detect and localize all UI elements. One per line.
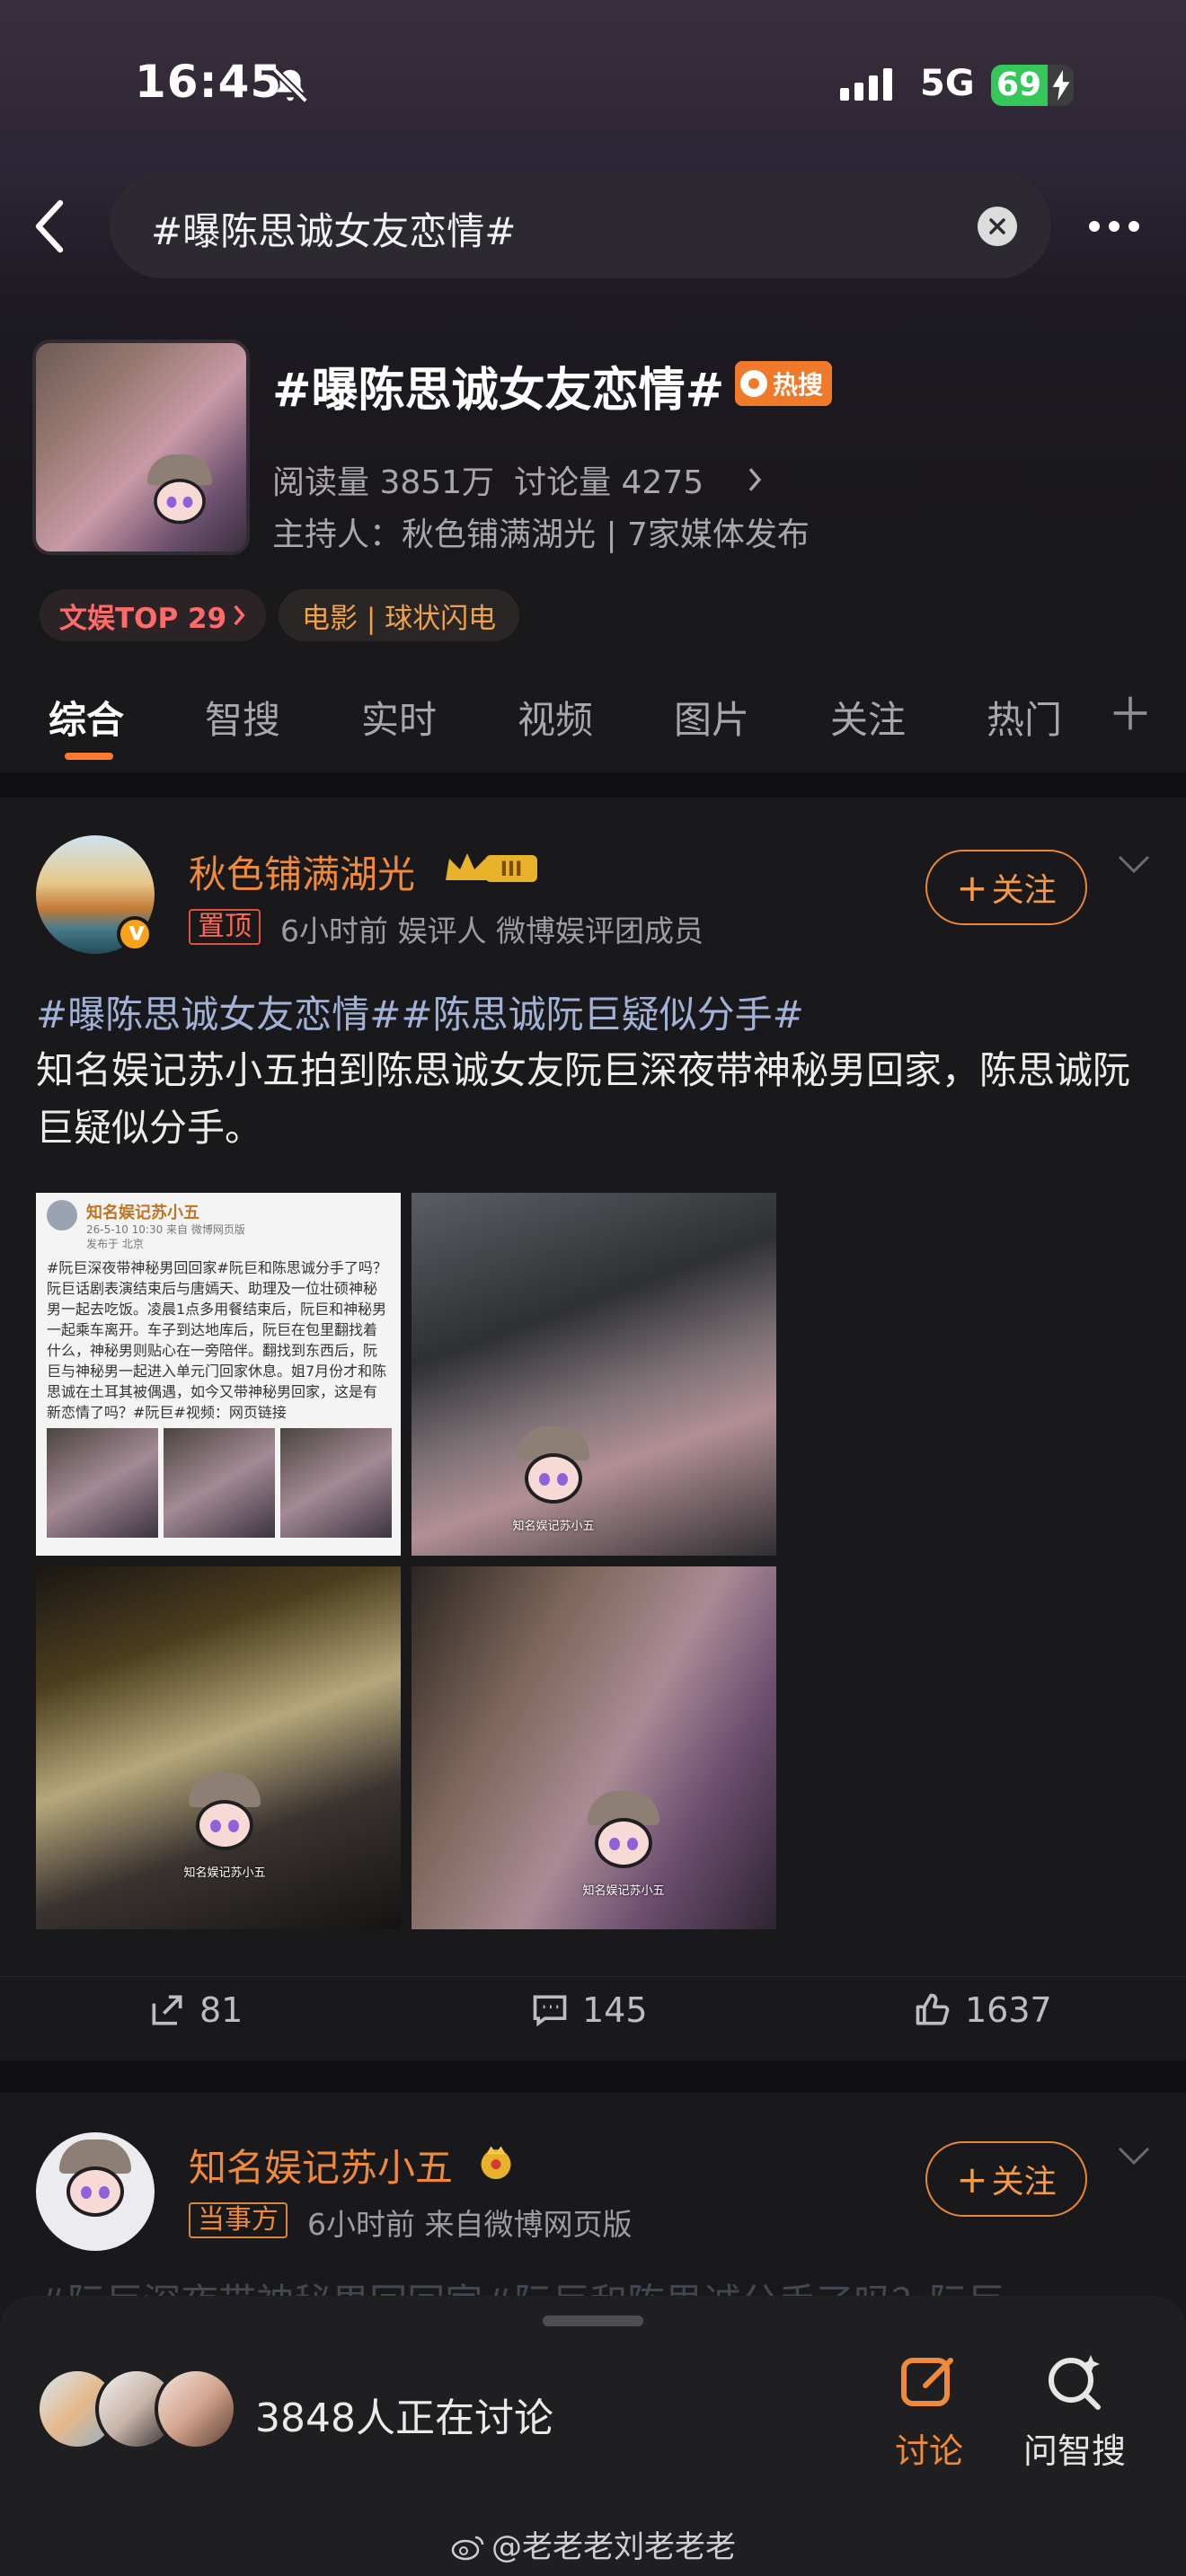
discussing-count: 3848人正在讨论 bbox=[255, 2395, 553, 2441]
topic-host: 主持人：秋色铺满湖光 | 7家媒体发布 bbox=[272, 516, 810, 553]
chevron-right-icon bbox=[748, 468, 762, 491]
avatar bbox=[155, 2368, 237, 2450]
mascot-caption: 知名娱记苏小五 bbox=[183, 1866, 266, 1880]
sheet-grab-handle[interactable] bbox=[543, 2316, 643, 2326]
clear-search-icon[interactable] bbox=[978, 207, 1017, 246]
silent-bell-icon bbox=[272, 67, 308, 103]
like-button[interactable]: 1637 bbox=[913, 1990, 1052, 2030]
post-text: 知名娱记苏小五拍到陈思诚女友阮巨深夜带神秘男回家，陈思诚阮巨疑似分手。 bbox=[36, 1048, 1131, 1150]
movie-chip-label: 电影 | 球状闪电 bbox=[302, 602, 497, 635]
image-location-text: 发布于 北京 bbox=[86, 1238, 144, 1250]
read-count: 阅读量 3851万 bbox=[272, 464, 495, 501]
mascot-watermark: 知名娱记苏小五 bbox=[579, 1791, 668, 1899]
pinned-label: 置顶 bbox=[189, 909, 261, 945]
follow-label: 关注 bbox=[991, 872, 1057, 909]
divider bbox=[0, 2060, 1186, 2093]
post-author-name[interactable]: 知名娱记苏小五 bbox=[189, 2138, 453, 2192]
search-query[interactable]: #曝陈思诚女友恋情# bbox=[151, 201, 516, 256]
mascot-watermark: 知名娱记苏小五 bbox=[180, 1773, 270, 1881]
follow-button[interactable]: + 关注 bbox=[925, 850, 1087, 925]
rank-chip[interactable]: 文娱TOP 29 bbox=[40, 589, 267, 641]
weibo-logo-icon bbox=[450, 2533, 486, 2561]
party-label: 当事方 bbox=[189, 2202, 288, 2238]
crown-medal-icon bbox=[481, 2146, 511, 2180]
hot-icon bbox=[740, 370, 767, 397]
image-thumb bbox=[47, 1428, 158, 1538]
hot-badge-label: 热搜 bbox=[773, 370, 824, 400]
rank-chip-label: 文娱TOP 29 bbox=[59, 602, 227, 635]
post-image-3[interactable]: 知名娱记苏小五 bbox=[36, 1566, 401, 1929]
topic-title: #曝陈思诚女友恋情# bbox=[272, 364, 725, 418]
follow-button[interactable]: + 关注 bbox=[925, 2141, 1087, 2217]
mascot-caption: 知名娱记苏小五 bbox=[512, 1520, 595, 1533]
thumbs-up-icon bbox=[916, 1993, 950, 2025]
more-options-icon[interactable] bbox=[1089, 221, 1139, 232]
movie-chip[interactable]: 电影 | 球状闪电 bbox=[279, 589, 520, 641]
smart-search-icon bbox=[1049, 2355, 1101, 2410]
mascot-watermark: 知名娱记苏小五 bbox=[509, 1426, 598, 1534]
ask-smart-search-button[interactable]: 问智搜 bbox=[1012, 2350, 1137, 2473]
verified-badge-icon bbox=[117, 916, 153, 952]
post-meta: 6小时前 来自微博网页版 bbox=[307, 2207, 633, 2242]
post-image-1[interactable]: 知名娱记苏小五 26-5-10 10:30 来自 微博网页版 发布于 北京 #阮… bbox=[36, 1193, 401, 1556]
level-label: III bbox=[500, 859, 523, 881]
post-hashtags[interactable]: #曝陈思诚女友恋情##陈思诚阮巨疑似分手# bbox=[36, 984, 804, 1039]
charging-bolt-icon bbox=[1052, 70, 1070, 101]
hot-search-badge: 热搜 bbox=[735, 361, 832, 406]
follow-label: 关注 bbox=[991, 2164, 1057, 2201]
tab-realtime[interactable]: 实时 bbox=[361, 690, 437, 745]
repost-count: 81 bbox=[199, 1990, 243, 2030]
tab-video[interactable]: 视频 bbox=[518, 690, 593, 745]
post-image-2[interactable]: 知名娱记苏小五 bbox=[412, 1193, 776, 1556]
post-image-4[interactable]: 知名娱记苏小五 bbox=[412, 1566, 776, 1929]
share-icon bbox=[152, 1995, 182, 2025]
chevron-right-icon bbox=[234, 604, 245, 626]
mini-avatar bbox=[47, 1200, 77, 1231]
topic-cover-image[interactable] bbox=[32, 340, 250, 555]
repost-button[interactable]: 81 bbox=[147, 1990, 243, 2030]
mascot-caption: 知名娱记苏小五 bbox=[582, 1884, 665, 1898]
image-thumb bbox=[164, 1428, 275, 1538]
comment-count: 145 bbox=[582, 1990, 648, 2030]
mascot-watermark bbox=[139, 454, 220, 551]
discuss-button[interactable]: 讨论 bbox=[866, 2350, 992, 2473]
ask-label: 问智搜 bbox=[1022, 2431, 1126, 2471]
mascot-avatar-icon bbox=[50, 2139, 140, 2247]
image-date-text: 26-5-10 10:30 来自 微博网页版 bbox=[86, 1223, 245, 1236]
active-tab-indicator bbox=[65, 753, 113, 760]
image-body-text: #阮巨深夜带神秘男回回家#阮巨和陈思诚分手了吗？阮巨话剧表演结束后与唐嫣天、助理… bbox=[47, 1259, 387, 1419]
image-header-text: 知名娱记苏小五 bbox=[86, 1204, 199, 1222]
network-type: 5G bbox=[920, 63, 975, 104]
battery-icon: 69 bbox=[991, 65, 1074, 106]
add-tab-icon[interactable] bbox=[1111, 693, 1150, 733]
like-count: 1637 bbox=[965, 1990, 1052, 2030]
edit-icon bbox=[901, 2358, 953, 2406]
post-author-name[interactable]: 秋色铺满湖光 bbox=[189, 844, 415, 899]
chevron-down-icon[interactable] bbox=[1116, 2145, 1152, 2166]
tab-popular[interactable]: 热门 bbox=[987, 690, 1062, 745]
image-thumb bbox=[280, 1428, 392, 1538]
watermark: @老老老刘老老老 bbox=[0, 2522, 1186, 2566]
tab-smart-search[interactable]: 智搜 bbox=[205, 690, 280, 745]
participant-avatars bbox=[36, 2368, 243, 2450]
crown-level-icon: III bbox=[446, 853, 537, 882]
signal-icon bbox=[840, 68, 892, 101]
discuss-label: 讨论 bbox=[894, 2431, 963, 2471]
chevron-down-icon[interactable] bbox=[1116, 853, 1152, 875]
tab-following[interactable]: 关注 bbox=[830, 690, 906, 745]
discussion-count: 讨论量 4275 bbox=[514, 464, 704, 501]
battery-level: 69 bbox=[996, 66, 1042, 103]
post-meta: 6小时前 娱评人 微博娱评团成员 bbox=[280, 913, 704, 948]
tab-images[interactable]: 图片 bbox=[674, 690, 749, 745]
comment-icon bbox=[533, 1995, 567, 2027]
tab-comprehensive[interactable]: 综合 bbox=[49, 690, 124, 745]
comment-button[interactable]: 145 bbox=[530, 1990, 648, 2030]
avatar[interactable] bbox=[36, 2132, 155, 2251]
topic-stats[interactable]: 阅读量 3851万 讨论量 4275 bbox=[272, 456, 763, 503]
back-icon[interactable] bbox=[27, 199, 72, 253]
status-time: 16:45 bbox=[135, 56, 283, 108]
watermark-text: @老老老刘老老老 bbox=[491, 2529, 736, 2565]
